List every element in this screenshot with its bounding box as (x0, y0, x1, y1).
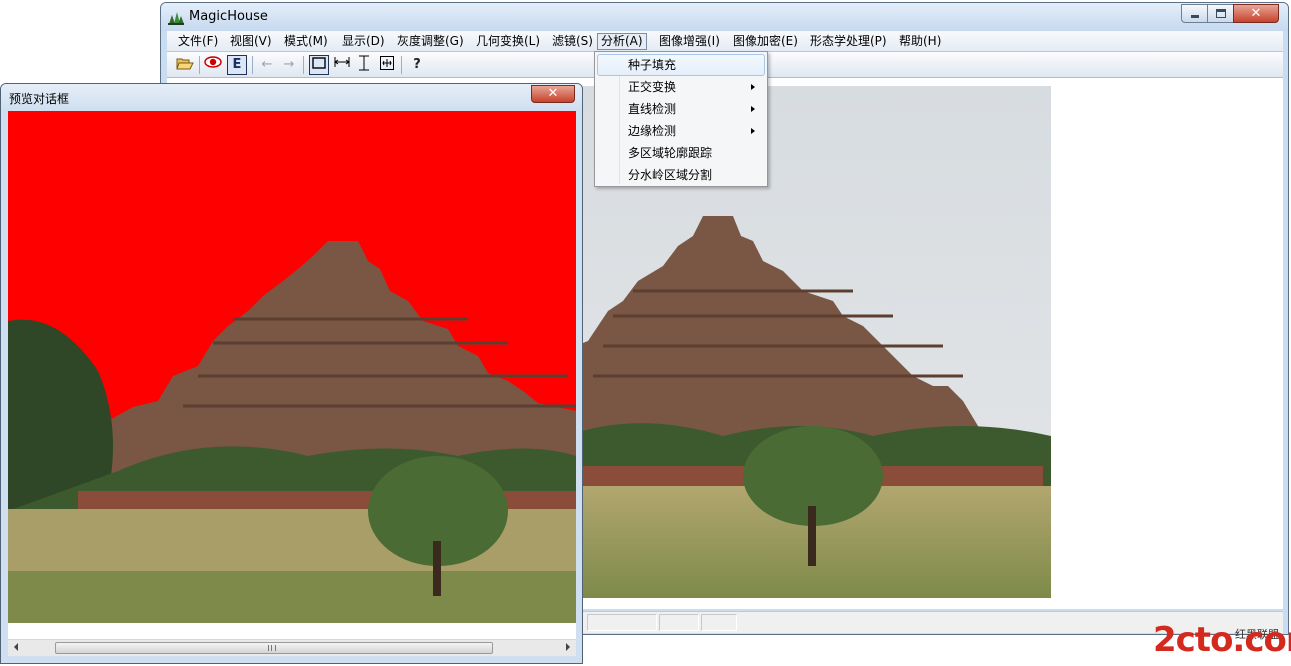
menu-item-orthogonal-transform[interactable]: 正交变换 (597, 76, 765, 98)
close-button[interactable]: ✕ (1233, 4, 1279, 23)
maximize-button[interactable] (1207, 4, 1234, 23)
menu-item-label: 边缘检测 (628, 124, 677, 138)
submenu-arrow-icon (751, 84, 755, 90)
menu-item-contour-tracking[interactable]: 多区域轮廓跟踪 (597, 142, 765, 164)
scroll-right-icon[interactable] (566, 643, 570, 651)
e-mode-button[interactable]: E (227, 55, 247, 75)
scroll-thumb[interactable] (55, 642, 493, 654)
fit-window-button[interactable] (377, 55, 397, 75)
preview-image (8, 111, 576, 623)
menu-grayscale[interactable]: 灰度调整(G) (394, 33, 467, 50)
menu-bar: 文件(F) 视图(V) 模式(M) 显示(D) 灰度调整(G) 几何变换(L) … (167, 31, 1283, 52)
menu-item-label: 多区域轮廓跟踪 (628, 146, 713, 160)
window-title: MagicHouse (189, 9, 268, 24)
menu-filter[interactable]: 滤镜(S) (549, 33, 596, 50)
back-arrow-icon: ← (261, 57, 273, 72)
menu-item-label: 分水岭区域分割 (628, 168, 713, 182)
menu-item-label: 种子填充 (628, 58, 677, 72)
scroll-left-icon[interactable] (14, 643, 18, 651)
help-icon: ? (413, 57, 421, 72)
preview-title: 预览对话框 (9, 92, 70, 106)
submenu-arrow-icon (751, 106, 755, 112)
e-icon: E (232, 57, 242, 72)
main-titlebar[interactable]: MagicHouse ✕ (161, 3, 1288, 31)
app-logo-icon (168, 12, 184, 25)
open-icon (176, 58, 194, 70)
menu-enhance[interactable]: 图像增强(I) (656, 33, 723, 50)
close-icon: ✕ (1250, 6, 1262, 21)
eye-icon (204, 56, 222, 68)
status-cell (701, 614, 737, 631)
back-button[interactable]: ← (257, 55, 277, 75)
menu-encrypt[interactable]: 图像加密(E) (730, 33, 801, 50)
toolbar-separator (199, 56, 200, 74)
horizontal-measure-icon (334, 57, 350, 67)
menu-item-line-detection[interactable]: 直线检测 (597, 98, 765, 120)
preview-dialog: 预览对话框 ✕ (0, 83, 583, 664)
menu-geometry[interactable]: 几何变换(L) (473, 33, 543, 50)
toolbar-separator (401, 56, 402, 74)
menu-item-label: 直线检测 (628, 102, 677, 116)
analysis-menu: 种子填充 正交变换 直线检测 边缘检测 多区域轮廓跟踪 分水岭区域分割 (594, 51, 768, 187)
watermark: 红黑联盟 2cto.com (1153, 620, 1291, 666)
menu-morphology[interactable]: 形态学处理(P) (807, 33, 890, 50)
status-cell (659, 614, 699, 631)
preview-close-button[interactable]: ✕ (531, 85, 575, 103)
help-button[interactable]: ? (407, 55, 427, 75)
forward-button[interactable]: → (279, 55, 299, 75)
watermark-logo: 2cto.com (1153, 620, 1291, 660)
menu-help[interactable]: 帮助(H) (896, 33, 944, 50)
menu-view[interactable]: 视图(V) (227, 33, 275, 50)
status-cell (587, 614, 657, 631)
menu-display[interactable]: 显示(D) (339, 33, 388, 50)
menu-item-seed-fill[interactable]: 种子填充 (597, 54, 765, 76)
open-button[interactable] (175, 55, 195, 75)
preview-titlebar[interactable]: 预览对话框 ✕ (1, 84, 582, 111)
menu-item-watershed[interactable]: 分水岭区域分割 (597, 164, 765, 186)
rectangle-select-button[interactable] (309, 55, 329, 75)
preview-horizontal-scrollbar[interactable] (8, 639, 576, 656)
minimize-icon (1191, 15, 1199, 18)
fit-window-icon (380, 56, 394, 70)
rectangle-select-icon (312, 57, 326, 69)
menu-item-label: 正交变换 (628, 80, 677, 94)
toolbar-separator (252, 56, 253, 74)
menu-file[interactable]: 文件(F) (175, 33, 221, 50)
eye-button[interactable] (203, 55, 223, 75)
menu-item-edge-detection[interactable]: 边缘检测 (597, 120, 765, 142)
maximize-icon (1216, 9, 1226, 18)
menu-analysis[interactable]: 分析(A) (597, 33, 647, 50)
horizontal-measure-button[interactable] (332, 55, 352, 75)
vertical-measure-icon (359, 55, 369, 71)
close-icon: ✕ (547, 86, 559, 101)
minimize-button[interactable] (1181, 4, 1208, 23)
menu-mode[interactable]: 模式(M) (281, 33, 331, 50)
vertical-measure-button[interactable] (354, 55, 374, 75)
forward-arrow-icon: → (283, 57, 295, 72)
submenu-arrow-icon (751, 128, 755, 134)
toolbar-separator (303, 56, 304, 74)
grip-icon (268, 645, 276, 651)
